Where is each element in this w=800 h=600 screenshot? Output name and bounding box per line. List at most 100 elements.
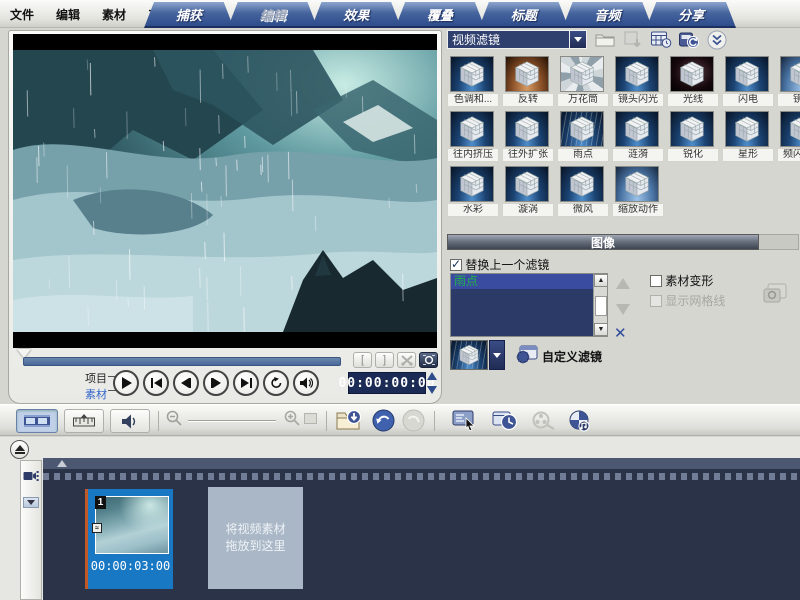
filter-item[interactable]: 反转 [501, 54, 556, 109]
filter-preset-dropdown[interactable] [489, 340, 505, 370]
menu-item[interactable]: 编辑 [56, 6, 80, 23]
undo-button[interactable] [372, 409, 395, 432]
filter-name: 镜像 [777, 93, 800, 107]
next-frame-button[interactable] [203, 370, 229, 396]
sort-library-button[interactable] [678, 29, 700, 50]
track-collapse-button[interactable] [23, 497, 39, 508]
attribute-panel: 图像 替换上一个滤镜 雨点 ▲ ▼ ✕ 素材变形 显示网格线 [444, 232, 800, 404]
menu-item[interactable]: 素材 [102, 6, 126, 23]
delete-filter-button[interactable]: ✕ [614, 324, 627, 342]
storyboard-area[interactable]: 1 ≈ 00:00:03:00 将视频素材 拖放到这里 [43, 458, 800, 600]
filter-name: 光线 [667, 93, 719, 107]
filter-item[interactable]: 星形 [721, 109, 776, 164]
speaker-icon [300, 377, 313, 389]
screen-cursor-icon [452, 410, 477, 431]
scroll-up-icon[interactable]: ▲ [594, 274, 608, 287]
zoom-in-button[interactable] [284, 410, 300, 426]
load-library-button[interactable] [594, 29, 616, 50]
mode-project-label[interactable]: 项目 [73, 370, 107, 386]
filter-item[interactable]: 往内挤压 [446, 109, 501, 164]
filter-item[interactable]: 缩放动作 [611, 164, 666, 219]
step-tab[interactable]: 捕获 [144, 2, 234, 28]
audio-view-button[interactable] [110, 409, 150, 433]
filter-item[interactable]: 闪电 [721, 54, 776, 109]
show-grid-label: 显示网格线 [665, 294, 725, 308]
library-manager-button[interactable] [650, 29, 672, 50]
filter-item[interactable]: 镜头闪光 [611, 54, 666, 109]
storyboard-scroll-strip [43, 458, 800, 469]
enlarge-preview-button[interactable] [419, 352, 438, 368]
cube-icon [622, 59, 652, 89]
filter-item[interactable]: 涟漪 [611, 109, 666, 164]
selected-filter-thumbnail[interactable] [450, 340, 488, 370]
play-button[interactable] [113, 370, 139, 396]
step-tab[interactable]: 覆叠 [395, 2, 485, 28]
step-tab[interactable]: 效果 [311, 2, 401, 28]
filter-item[interactable]: 色调和... [446, 54, 501, 109]
step-tab[interactable]: 编辑 [228, 2, 318, 28]
gallery-dropdown[interactable]: 视频滤镜 [447, 30, 587, 49]
clip-deform-row[interactable]: 素材变形 [650, 272, 713, 289]
step-tab[interactable]: 标题 [479, 2, 569, 28]
filter-item[interactable]: 光线 [666, 54, 721, 109]
applied-filter-item[interactable]: 雨点 [451, 274, 593, 289]
video-track-header[interactable] [20, 460, 42, 600]
home-button[interactable] [143, 370, 169, 396]
video-track-icon [23, 469, 39, 483]
menu-item[interactable]: 文件 [10, 6, 34, 23]
mark-in-button[interactable]: [ [353, 352, 372, 368]
step-tab[interactable]: 分享 [646, 2, 736, 28]
applied-filter-list[interactable]: 雨点 ▲ ▼ [450, 273, 608, 337]
repeat-button[interactable] [263, 370, 289, 396]
timeline-view-button[interactable] [64, 409, 104, 433]
applied-filter-scrollbar[interactable]: ▲ ▼ [593, 274, 607, 336]
customize-filter-label[interactable]: 自定义滤镜 [542, 348, 602, 365]
winter-landscape-image [13, 50, 437, 332]
mark-out-button[interactable]: ] [375, 352, 394, 368]
cube-icon [457, 343, 481, 367]
video-frame [13, 50, 437, 332]
replace-filter-row[interactable]: 替换上一个滤镜 [450, 256, 549, 273]
filter-item[interactable]: 镜像 [776, 54, 800, 109]
scrollbar-thumb[interactable] [595, 296, 607, 316]
zoom-out-button[interactable] [166, 410, 182, 426]
filter-item[interactable]: 万花筒 [556, 54, 611, 109]
filter-item[interactable]: 水彩 [446, 164, 501, 219]
timeline-zoom-slider[interactable] [188, 420, 276, 422]
storyboard-view-button[interactable] [16, 409, 58, 433]
filter-thumbnail [505, 111, 549, 147]
customize-filter-button[interactable] [516, 344, 538, 364]
mode-clip-label[interactable]: 素材 [73, 386, 107, 402]
clip-deform-checkbox[interactable] [650, 275, 662, 287]
scroll-down-icon[interactable]: ▼ [594, 323, 608, 336]
volume-button[interactable] [293, 370, 319, 396]
replace-filter-checkbox[interactable] [450, 259, 462, 271]
prev-frame-button[interactable] [173, 370, 199, 396]
insert-media-button[interactable] [336, 409, 362, 431]
filter-name: 镜头闪光 [612, 93, 664, 107]
timecode-stepper[interactable] [427, 372, 438, 394]
batch-convert-button[interactable] [492, 410, 518, 431]
filter-item[interactable]: 锐化 [666, 109, 721, 164]
swap-track-button[interactable] [10, 440, 29, 459]
filter-item[interactable]: 雨点 [556, 109, 611, 164]
filter-item[interactable]: 往外扩张 [501, 109, 556, 164]
drop-placeholder[interactable]: 将视频素材 拖放到这里 [208, 487, 303, 589]
expand-library-button[interactable] [706, 29, 728, 50]
auto-music-button[interactable] [568, 410, 592, 432]
preview-timecode[interactable]: 00:00:00:00 [348, 372, 426, 394]
smart-proxy-button[interactable] [452, 410, 477, 431]
gallery-dropdown-value: 视频滤镜 [448, 31, 569, 48]
attribute-tab-image[interactable]: 图像 [447, 234, 759, 250]
filter-item[interactable]: 频闪动作 [776, 109, 800, 164]
trim-bar[interactable] [23, 357, 341, 366]
cut-clip-button[interactable] [397, 352, 416, 368]
end-button[interactable] [233, 370, 259, 396]
clip-deform-label: 素材变形 [665, 274, 713, 288]
step-tab[interactable]: 音频 [563, 2, 653, 28]
export-disabled-icon [624, 31, 642, 48]
filter-name: 微风 [557, 203, 609, 217]
timeline-clip-selected[interactable]: 1 ≈ 00:00:03:00 [85, 489, 173, 589]
filter-item[interactable]: 漩涡 [501, 164, 556, 219]
filter-item[interactable]: 微风 [556, 164, 611, 219]
